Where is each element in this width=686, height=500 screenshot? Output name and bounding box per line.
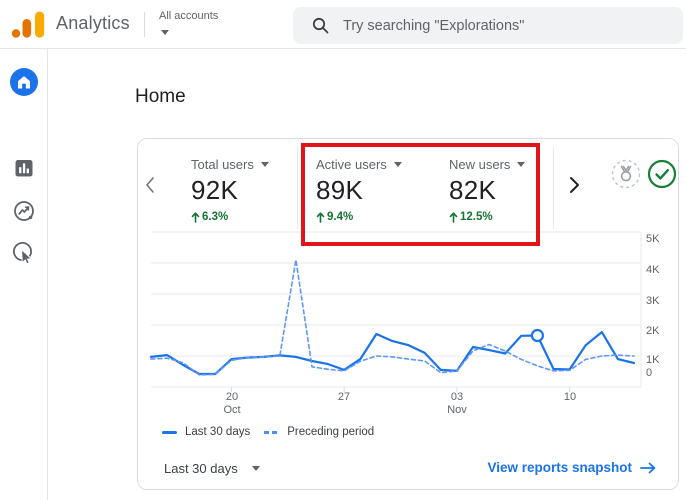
chevron-down-icon	[161, 30, 169, 35]
x-axis-tick: 20 Oct	[223, 391, 241, 416]
reports-icon	[15, 160, 33, 177]
product-name: Analytics	[56, 13, 130, 33]
google-analytics-logo-icon	[11, 11, 45, 38]
top-bar: Analytics All accounts	[0, 0, 686, 49]
y-axis-tick: 1K	[646, 354, 660, 366]
sidebar-item-explore[interactable]	[0, 194, 48, 228]
advertising-icon	[12, 241, 33, 265]
y-axis-tick: 5K	[646, 233, 660, 245]
search-icon	[312, 17, 329, 34]
right-arrow-icon	[640, 462, 656, 473]
date-range-selector[interactable]: Last 30 days	[164, 461, 260, 476]
chart-svg[interactable]	[138, 139, 680, 491]
home-overview-card: Total users 92K 6.3% Active users 89K 9.…	[137, 138, 679, 490]
x-axis-tick: 27	[337, 391, 351, 403]
view-reports-snapshot-link[interactable]: View reports snapshot	[487, 460, 656, 475]
chart-legend: Last 30 days Preceding period	[162, 426, 374, 438]
account-switcher[interactable]: All accounts	[159, 10, 218, 40]
link-label: View reports snapshot	[487, 460, 632, 475]
x-axis-tick: 03 Nov	[447, 391, 467, 416]
y-axis-tick: 4K	[646, 264, 660, 276]
sidebar-item-advertising[interactable]	[0, 236, 48, 270]
x-axis-tick: 10	[563, 391, 577, 403]
account-switcher-label: All accounts	[159, 10, 219, 22]
home-icon	[10, 68, 38, 96]
y-axis-tick: 2K	[646, 325, 660, 337]
topbar-divider	[144, 12, 145, 37]
sidebar-item-home[interactable]	[0, 65, 48, 99]
y-axis-tick: 3K	[646, 295, 660, 307]
chevron-down-icon	[251, 466, 260, 471]
search-input[interactable]	[343, 17, 643, 34]
page-title: Home	[135, 86, 186, 107]
explore-icon	[14, 201, 34, 221]
dashed-line-swatch-icon	[264, 430, 280, 434]
y-axis-tick: 0	[646, 367, 653, 379]
solid-line-swatch-icon	[162, 430, 177, 434]
search-bar[interactable]	[293, 7, 683, 44]
legend-label: Last 30 days	[185, 426, 251, 438]
sidebar-nav	[0, 49, 48, 500]
legend-label: Preceding period	[287, 426, 375, 438]
analytics-app: Analytics All accounts Try searching "Ex…	[0, 0, 686, 500]
date-range-label: Last 30 days	[164, 461, 238, 476]
sidebar-item-reports[interactable]	[0, 151, 48, 185]
